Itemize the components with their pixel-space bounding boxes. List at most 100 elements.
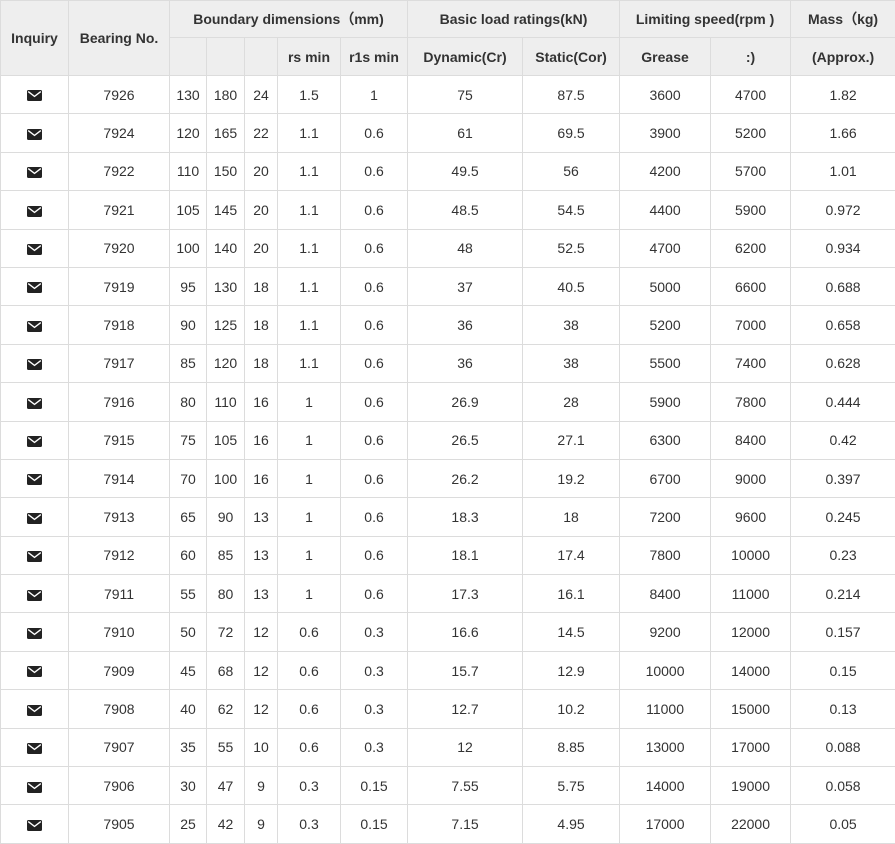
oil-speed-cell: 6600 (710, 266, 792, 307)
inquiry-cell[interactable] (0, 497, 69, 537)
r1s-min-cell: 0.15 (339, 766, 409, 806)
grease-speed-cell: 3900 (619, 113, 712, 153)
envelope-icon[interactable] (27, 474, 42, 486)
grease-speed-cell: 14000 (619, 766, 712, 806)
grease-speed-cell: 5900 (619, 382, 712, 422)
inquiry-cell[interactable] (0, 382, 69, 422)
bearing-no-cell: 7911 (68, 574, 170, 614)
grease-speed-cell: 5000 (619, 266, 712, 307)
static-cor-cell: 38 (522, 343, 621, 384)
bearing-no-cell: 7916 (68, 382, 170, 422)
rs-min-cell: 0.3 (277, 804, 341, 844)
envelope-icon[interactable] (27, 320, 42, 332)
bearing-no-cell: 7913 (68, 497, 170, 537)
grease-speed-cell: 7800 (619, 535, 712, 576)
envelope-icon[interactable] (27, 205, 42, 217)
inquiry-cell[interactable] (0, 574, 69, 614)
envelope-icon[interactable] (27, 666, 42, 678)
table-row: 7926 130 180 24 1.5 1 75 87.5 3600 4700 1.82 (0, 74, 895, 115)
inquiry-cell[interactable] (0, 305, 69, 345)
grease-speed-cell: 4700 (619, 228, 712, 268)
outer-d-cell: 120 (206, 343, 245, 384)
envelope-icon[interactable] (27, 627, 42, 639)
mass-cell: 0.245 (790, 497, 895, 537)
inquiry-cell[interactable] (0, 689, 69, 729)
inquiry-cell[interactable] (0, 766, 69, 806)
inquiry-cell[interactable] (0, 420, 69, 460)
r1s-min-cell: 0.6 (339, 574, 409, 614)
oil-speed-cell: 19000 (710, 766, 792, 806)
envelope-icon[interactable] (27, 551, 42, 563)
bore-d-cell: 120 (169, 113, 207, 153)
rs-min-cell: 0.6 (277, 612, 341, 652)
inquiry-cell[interactable] (0, 151, 69, 192)
envelope-icon[interactable] (27, 704, 42, 716)
rs-min-cell: 0.6 (277, 727, 341, 768)
rs-min-cell: 1 (277, 574, 341, 614)
bearing-no-cell: 7920 (68, 228, 170, 268)
rs-min-cell: 1.1 (277, 113, 341, 153)
envelope-icon[interactable] (27, 90, 42, 102)
inquiry-cell[interactable] (0, 612, 69, 652)
table-row: 7920 100 140 20 1.1 0.6 48 52.5 4700 6200 0.934 (0, 228, 895, 268)
header-b (244, 37, 278, 76)
oil-speed-cell: 7800 (710, 382, 792, 422)
inquiry-cell[interactable] (0, 266, 69, 307)
mass-cell: 0.05 (790, 804, 895, 844)
inquiry-cell[interactable] (0, 727, 69, 768)
r1s-min-cell: 0.6 (339, 113, 409, 153)
static-cor-cell: 28 (522, 382, 621, 422)
outer-d-cell: 140 (206, 228, 245, 268)
inquiry-cell[interactable] (0, 458, 69, 499)
dynamic-cr-cell: 7.15 (407, 804, 524, 844)
width-b-cell: 20 (244, 190, 278, 230)
inquiry-cell[interactable] (0, 650, 69, 691)
envelope-icon[interactable] (27, 167, 42, 179)
mass-cell: 0.058 (790, 766, 895, 806)
bearing-no-cell: 7918 (68, 305, 170, 345)
envelope-icon[interactable] (27, 436, 42, 447)
bore-d-cell: 130 (169, 74, 207, 115)
inquiry-cell[interactable] (0, 535, 69, 576)
bore-d-cell: 105 (169, 190, 207, 230)
table-row: 7916 80 110 16 1 0.6 26.9 28 5900 7800 0.444 (0, 382, 895, 422)
inquiry-cell[interactable] (0, 74, 69, 115)
inquiry-cell[interactable] (0, 804, 69, 844)
table-row: 7909 45 68 12 0.6 0.3 15.7 12.9 10000 14000 0.15 (0, 650, 895, 691)
bearing-no-cell: 7908 (68, 689, 170, 729)
table-row: 7914 70 100 16 1 0.6 26.2 19.2 6700 9000 0.397 (0, 458, 895, 499)
inquiry-cell[interactable] (0, 228, 69, 268)
envelope-icon[interactable] (27, 512, 42, 524)
inquiry-cell[interactable] (0, 343, 69, 384)
bore-d-cell: 30 (169, 766, 207, 806)
envelope-icon[interactable] (27, 781, 42, 793)
envelope-icon[interactable] (27, 244, 42, 256)
inquiry-cell[interactable] (0, 190, 69, 230)
bearing-no-cell: 7924 (68, 113, 170, 153)
bore-d-cell: 110 (169, 151, 207, 192)
static-cor-cell: 8.85 (522, 727, 621, 768)
envelope-icon[interactable] (27, 128, 42, 140)
r1s-min-cell: 0.3 (339, 650, 409, 691)
bore-d-cell: 100 (169, 228, 207, 268)
envelope-icon[interactable] (27, 589, 42, 601)
bearing-no-cell: 7914 (68, 458, 170, 499)
envelope-icon[interactable] (27, 819, 42, 831)
envelope-icon[interactable] (27, 359, 42, 371)
outer-d-cell: 100 (206, 458, 245, 499)
envelope-icon[interactable] (27, 743, 42, 755)
grease-speed-cell: 5500 (619, 343, 712, 384)
mass-cell: 1.01 (790, 151, 895, 192)
grease-speed-cell: 7200 (619, 497, 712, 537)
grease-speed-cell: 11000 (619, 689, 712, 729)
r1s-min-cell: 0.6 (339, 382, 409, 422)
oil-speed-cell: 14000 (710, 650, 792, 691)
envelope-icon[interactable] (27, 282, 42, 294)
envelope-icon[interactable] (27, 397, 42, 409)
oil-speed-cell: 11000 (710, 574, 792, 614)
inquiry-cell[interactable] (0, 113, 69, 153)
width-b-cell: 18 (244, 305, 278, 345)
bore-d-cell: 85 (169, 343, 207, 384)
table-row: 7918 90 125 18 1.1 0.6 36 38 5200 7000 0.658 (0, 305, 895, 345)
outer-d-cell: 47 (206, 766, 245, 806)
